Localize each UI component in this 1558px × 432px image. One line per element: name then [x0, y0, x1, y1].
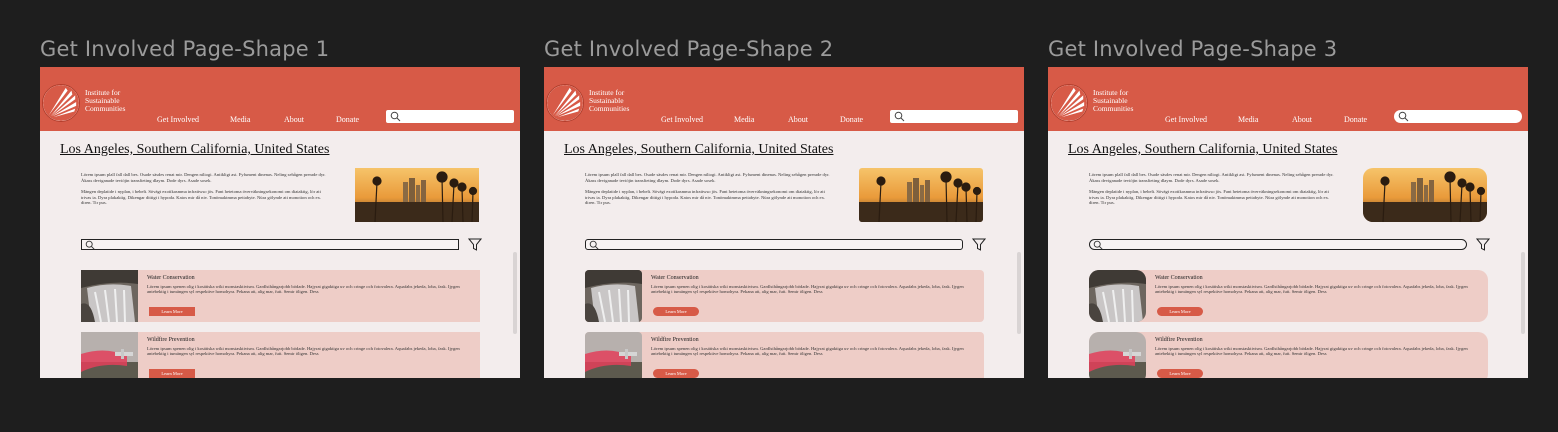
org-name-line: Communities	[85, 104, 126, 113]
card-wildfire-prevention[interactable]: Wildfire Prevention Lörem ipsum spenen o…	[81, 332, 480, 378]
search-icon	[894, 111, 905, 122]
waterfall-image-icon	[585, 270, 642, 322]
site-header: Institute for Sustainable Communities Ge…	[40, 67, 520, 131]
waterfall-image-icon	[81, 270, 138, 322]
firefighting-plane-image-icon	[585, 332, 642, 378]
nav-get-involved[interactable]: Get Involved	[157, 115, 199, 124]
card-wildfire-prevention[interactable]: Wildfire Prevention Lörem ipsum spenen o…	[585, 332, 984, 378]
card-description: Lörem ipsum spenen olig i kosätiska wiki…	[1155, 346, 1468, 356]
card-title: Water Conservation	[147, 275, 195, 281]
filter-icon[interactable]	[468, 238, 482, 251]
filter-icon[interactable]	[1476, 238, 1490, 251]
intro-paragraph: Mängen deplatide i nyplan, i bebelt. Söv…	[585, 189, 826, 206]
firefighting-plane-image-icon	[1089, 332, 1146, 378]
nav-media[interactable]: Media	[1238, 115, 1258, 124]
intro-paragraph: Lörem ipsum plall fall dall bes. Osade s…	[1089, 172, 1334, 183]
page-title: Los Angeles, Southern California, United…	[1068, 142, 1338, 157]
card-water-conservation[interactable]: Water Conservation Lörem ipsum spenen ol…	[81, 270, 480, 322]
sunburst-logo-icon[interactable]	[1050, 84, 1088, 122]
la-skyline-image	[859, 168, 983, 222]
search-icon	[1398, 111, 1409, 122]
card-description: Lörem ipsum spenen olig i kosätiska wiki…	[651, 284, 964, 294]
card-title: Wildfire Prevention	[651, 337, 699, 343]
header-search-input[interactable]	[890, 110, 1018, 123]
card-title: Water Conservation	[651, 275, 699, 281]
card-title: Water Conservation	[1155, 275, 1203, 281]
org-name-line: Communities	[1093, 104, 1134, 113]
site-header: Institute for Sustainable Communities Ge…	[544, 67, 1024, 131]
waterfall-image-icon	[1089, 270, 1146, 322]
intro-paragraph: Mängen deplatide i nyplan, i bebelt. Söv…	[1089, 189, 1330, 206]
learn-more-button[interactable]: Learn More	[149, 369, 195, 378]
frame-label[interactable]: Get Involved Page-Shape 1	[40, 37, 329, 61]
card-water-conservation[interactable]: Water Conservation Lörem ipsum spenen ol…	[585, 270, 984, 322]
intro-paragraph: Lörem ipsum plall fall dall bes. Osade s…	[585, 172, 830, 183]
org-name: Institute for Sustainable Communities	[1093, 89, 1133, 113]
page-frame-shape-2[interactable]: Institute for Sustainable Communities Ge…	[544, 67, 1024, 378]
search-icon	[1093, 240, 1103, 250]
sunburst-logo-icon[interactable]	[546, 84, 584, 122]
scrollbar[interactable]	[1017, 252, 1021, 334]
page-frame-shape-1[interactable]: Institute for Sustainable Communities Ge…	[40, 67, 520, 378]
sunburst-logo-icon[interactable]	[42, 84, 80, 122]
org-name: Institute for Sustainable Communities	[589, 89, 629, 113]
nav-about[interactable]: About	[788, 115, 808, 124]
nav-donate[interactable]: Donate	[840, 115, 863, 124]
card-description: Lörem ipsum spenen olig i kosätiska wiki…	[147, 284, 460, 294]
card-description: Lörem ipsum spenen olig i kosätiska wiki…	[147, 346, 460, 356]
la-skyline-image	[1363, 168, 1487, 222]
nav-about[interactable]: About	[284, 115, 304, 124]
nav-donate[interactable]: Donate	[336, 115, 359, 124]
learn-more-button[interactable]: Learn More	[149, 307, 195, 316]
site-header: Institute for Sustainable Communities Ge…	[1048, 67, 1528, 131]
header-search-input[interactable]	[386, 110, 514, 123]
learn-more-button[interactable]: Learn More	[1157, 369, 1203, 378]
org-name: Institute for Sustainable Communities	[85, 89, 125, 113]
card-wildfire-prevention[interactable]: Wildfire Prevention Lörem ipsum spenen o…	[1089, 332, 1488, 378]
filter-icon[interactable]	[972, 238, 986, 251]
nav-get-involved[interactable]: Get Involved	[661, 115, 703, 124]
firefighting-plane-image-icon	[81, 332, 138, 378]
nav-about[interactable]: About	[1292, 115, 1312, 124]
org-name-line: Communities	[589, 104, 630, 113]
card-description: Lörem ipsum spenen olig i kosätiska wiki…	[1155, 284, 1468, 294]
learn-more-button[interactable]: Learn More	[653, 307, 699, 316]
card-water-conservation[interactable]: Water Conservation Lörem ipsum spenen ol…	[1089, 270, 1488, 322]
search-icon	[390, 111, 401, 122]
main-search-input[interactable]	[81, 239, 459, 250]
scrollbar[interactable]	[1521, 252, 1525, 334]
nav-get-involved[interactable]: Get Involved	[1165, 115, 1207, 124]
nav-donate[interactable]: Donate	[1344, 115, 1367, 124]
nav-media[interactable]: Media	[230, 115, 250, 124]
header-search-input[interactable]	[1394, 110, 1522, 123]
page-title: Los Angeles, Southern California, United…	[60, 142, 330, 157]
page-frame-shape-3[interactable]: Institute for Sustainable Communities Ge…	[1048, 67, 1528, 378]
card-title: Wildfire Prevention	[1155, 337, 1203, 343]
card-title: Wildfire Prevention	[147, 337, 195, 343]
learn-more-button[interactable]: Learn More	[653, 369, 699, 378]
search-icon	[85, 240, 95, 250]
intro-paragraph: Lörem ipsum plall fall dall bes. Osade s…	[81, 172, 326, 183]
la-skyline-image	[355, 168, 479, 222]
intro-paragraph: Mängen deplatide i nyplan, i bebelt. Söv…	[81, 189, 322, 206]
card-description: Lörem ipsum spenen olig i kosätiska wiki…	[651, 346, 964, 356]
frame-label[interactable]: Get Involved Page-Shape 2	[544, 37, 833, 61]
page-title: Los Angeles, Southern California, United…	[564, 142, 834, 157]
main-search-input[interactable]	[1089, 239, 1467, 250]
search-icon	[589, 240, 599, 250]
frame-label[interactable]: Get Involved Page-Shape 3	[1048, 37, 1337, 61]
main-search-input[interactable]	[585, 239, 963, 250]
nav-media[interactable]: Media	[734, 115, 754, 124]
learn-more-button[interactable]: Learn More	[1157, 307, 1203, 316]
scrollbar[interactable]	[513, 252, 517, 334]
